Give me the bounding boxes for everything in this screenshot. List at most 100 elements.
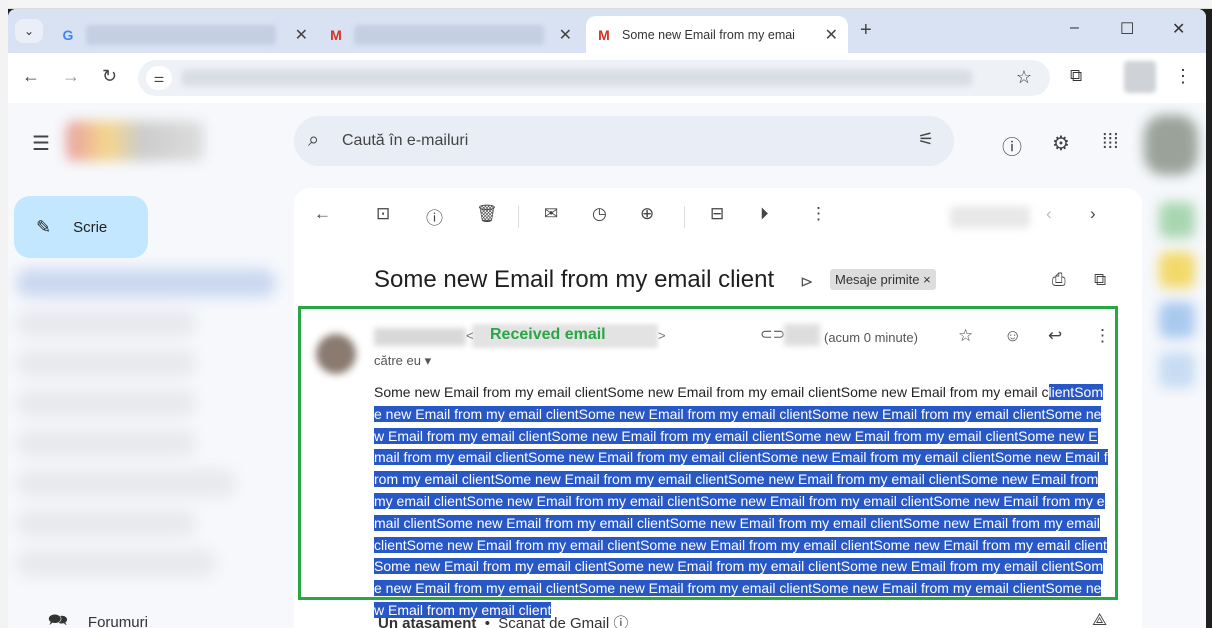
attachment-count: Un atașament (378, 615, 477, 628)
sender-avatar (316, 334, 356, 374)
info-icon[interactable]: ⓘ (613, 615, 628, 628)
email-view: ← ⊡ ⓘ 🗑 ✉ ◷ ⊕ ⊟ ⏵ ⋮ ‹ › Some new Email f… (294, 188, 1142, 628)
email-subject: Some new Email from my email client (374, 266, 775, 293)
sidebar-item[interactable] (16, 509, 196, 537)
hamburger-menu-icon[interactable]: ☰ (32, 131, 50, 156)
gmail-favicon-icon: M (330, 26, 342, 43)
sidebar-item[interactable] (16, 389, 196, 417)
star-icon[interactable]: ☆ (958, 326, 973, 346)
new-tab-button[interactable]: + (860, 19, 872, 42)
maximize-button[interactable]: ☐ (1120, 19, 1134, 39)
recipient-line[interactable]: către eu ▾ (374, 353, 431, 369)
label-icon[interactable]: ⏵ (760, 204, 769, 224)
add-task-icon[interactable]: ⊕ (640, 204, 654, 224)
move-to-icon[interactable]: ⊟ (710, 204, 724, 224)
add-to-drive-icon[interactable]: ⟁ (1092, 610, 1107, 628)
tab-email-active[interactable]: M Some new Email from my emai ✕ (586, 16, 848, 53)
message-more-icon[interactable]: ⋮ (1094, 326, 1111, 346)
email-body-selected: lientSome new Email from my email client… (374, 384, 1108, 618)
tab-title: Some new Email from my emai (622, 27, 795, 42)
compose-label: Scrie (73, 218, 108, 236)
close-tab-icon[interactable]: ✕ (559, 25, 572, 45)
tab-title-blurred (86, 24, 276, 45)
print-icon[interactable]: ⎙ (1052, 270, 1066, 290)
minimize-button[interactable]: – (1070, 19, 1079, 37)
archive-icon[interactable]: ⊡ (376, 204, 390, 224)
email-body[interactable]: Some new Email from my email clientSome … (374, 382, 1108, 622)
forum-icon: 🗪 (48, 612, 68, 628)
divider (518, 206, 519, 228)
chevron-down-icon: ⌄ (23, 24, 35, 38)
sidebar-item-label: Forumuri (87, 614, 148, 628)
browser-menu-icon[interactable]: ⋮ (1174, 66, 1192, 87)
important-marker-icon[interactable]: ⊳ (800, 272, 813, 292)
account-avatar-blurred[interactable] (1144, 115, 1198, 175)
search-icon[interactable]: ⌕ (308, 129, 319, 152)
attachment-summary: Un atașament • Scanat de Gmail ⓘ (378, 612, 628, 628)
back-arrow-icon[interactable]: ← (22, 66, 40, 87)
mark-unread-icon[interactable]: ✉ (544, 204, 558, 224)
emoji-reaction-icon[interactable]: ☺ (1004, 326, 1021, 346)
address-bracket-close: > (658, 328, 666, 343)
apps-grid-icon[interactable]: ⁞⁞⁞ (1102, 131, 1119, 154)
sidebar-item[interactable] (16, 469, 236, 497)
chip-close-icon[interactable]: × (923, 272, 931, 287)
close-tab-icon[interactable]: ✕ (825, 25, 838, 45)
pencil-icon: ✎ (36, 216, 52, 237)
address-bar[interactable]: ⚌ ☆ (138, 60, 1050, 96)
open-new-window-icon[interactable]: ⧉ (1094, 270, 1106, 290)
help-icon[interactable]: ⓘ (1002, 131, 1022, 160)
report-spam-icon[interactable]: ⓘ (426, 204, 443, 229)
gear-icon[interactable]: ⚙ (1052, 131, 1070, 156)
close-window-button[interactable]: ✕ (1172, 19, 1185, 39)
sidebar-item-inbox[interactable] (16, 269, 276, 297)
attachment-size-blurred (784, 324, 820, 346)
forward-arrow-icon[interactable]: → (62, 66, 80, 87)
gmail-logo-blurred (66, 121, 204, 161)
compose-button[interactable]: ✎ Scrie (14, 196, 148, 258)
background-window-titlebar (0, 0, 1212, 9)
gmail-app: ☰ ⌕ Caută în e-mailuri ⚟ ⓘ ⚙ ⁞⁞⁞ ✎ Scrie… (8, 103, 1206, 628)
more-options-icon[interactable]: ⋮ (810, 204, 827, 224)
delete-icon[interactable]: 🗑 (476, 204, 498, 224)
close-tab-icon[interactable]: ✕ (295, 25, 308, 45)
sidebar-item-forums[interactable]: 🗪 Forumuri (48, 609, 148, 628)
reply-icon[interactable]: ↩ (1048, 326, 1062, 346)
attachment-clip-icon: ⊂⊃ (760, 326, 786, 343)
sidebar-item[interactable] (16, 549, 216, 577)
site-info-icon[interactable]: ⚌ (146, 66, 172, 90)
divider (684, 206, 685, 228)
received-email-annotation: Received email (490, 326, 606, 343)
pagination-blurred (950, 206, 1030, 228)
sidebar-item[interactable] (16, 429, 196, 457)
google-favicon-icon: G (62, 26, 74, 43)
bookmark-star-icon[interactable]: ☆ (1016, 67, 1032, 88)
sidebar-item[interactable] (16, 309, 196, 337)
tab-search-button[interactable]: ⌄ (15, 19, 43, 43)
inbox-label-chip[interactable]: Mesaje primite × (830, 269, 936, 290)
tab-title-blurred (354, 24, 544, 45)
search-options-icon[interactable]: ⚟ (918, 129, 934, 150)
sidebar-item[interactable] (16, 349, 196, 377)
attachment-scan-text: Scanat de Gmail (498, 615, 610, 628)
chip-label: Mesaje primite (835, 272, 920, 287)
back-to-inbox-icon[interactable]: ← (314, 204, 331, 224)
search-bar[interactable]: ⌕ Caută în e-mailuri ⚟ (294, 116, 954, 166)
url-blurred (182, 70, 972, 86)
email-body-unselected: Some new Email from my email clientSome … (374, 384, 1049, 400)
sender-name-blurred (374, 328, 466, 346)
side-panel-blurred (1148, 188, 1206, 628)
older-chevron-icon[interactable]: › (1090, 204, 1096, 224)
profile-avatar[interactable] (1124, 61, 1156, 93)
extensions-icon[interactable]: ⧉ (1070, 66, 1082, 86)
tab-gmail[interactable]: M ✕ (318, 16, 582, 53)
caret-down-icon: ▾ (424, 353, 432, 368)
newer-chevron-icon[interactable]: ‹ (1046, 204, 1052, 224)
gmail-favicon-icon: M (598, 26, 610, 43)
reload-icon[interactable]: ↻ (102, 66, 117, 87)
background-window-strip (0, 0, 8, 628)
tab-google[interactable]: G ✕ (50, 16, 318, 53)
search-input[interactable]: Caută în e-mailuri (342, 132, 468, 150)
snooze-icon[interactable]: ◷ (592, 204, 607, 224)
recipient-text: către eu (374, 353, 421, 368)
